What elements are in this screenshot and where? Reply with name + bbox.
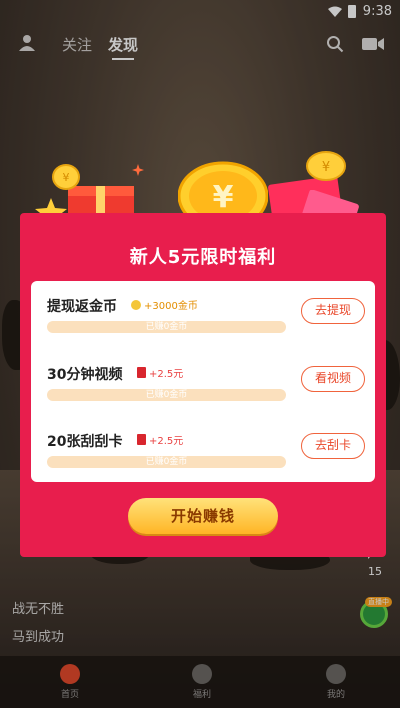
task-reward-label: +3000金币 [144,301,198,312]
task-progress-bar: 已赚0金币 [47,389,286,401]
task-reward: +2.5元 [137,365,183,380]
task-progress-bar: 已赚0金币 [47,321,286,333]
svg-text:¥: ¥ [213,180,234,215]
sparkle-icon [132,164,144,176]
red-envelope-icon [137,367,146,378]
red-envelope-icon [137,434,146,445]
task-reward: +3000金币 [131,297,198,312]
scratch-card-button[interactable]: 去刮卡 [301,433,365,459]
task-reward-label: +2.5元 [149,436,184,447]
svg-text:¥: ¥ [63,171,70,184]
modal-title: 新人5元限时福利 [129,247,277,268]
coin-icon: ¥ [52,164,80,190]
task-reward: +2.5元 [137,432,183,447]
svg-text:¥: ¥ [322,160,330,175]
coin-icon [131,299,141,310]
task-title: 提现返金币 [47,299,117,315]
task-card: 提现返金币 +3000金币 已赚0金币 去提现 30分钟视频 +2.5元 已赚0… [31,281,375,482]
watch-video-button[interactable]: 看视频 [301,366,365,392]
task-title: 20张刮刮卡 [47,434,123,450]
task-reward-label: +2.5元 [149,369,184,380]
task-progress-bar: 已赚0金币 [47,456,286,468]
welfare-modal: 新人5元限时福利 提现返金币 +3000金币 已赚0金币 去提现 30分钟视频 … [20,213,386,557]
start-earning-button[interactable]: 开始赚钱 [128,498,278,534]
task-progress-label: 已赚0金币 [145,457,188,467]
coin-icon: ¥ [306,151,346,181]
task-progress-label: 已赚0金币 [145,390,188,400]
task-item: 20张刮刮卡 +2.5元 已赚0金币 去刮卡 [47,431,365,491]
task-progress-label: 已赚0金币 [145,322,188,332]
task-item: 提现返金币 +3000金币 已赚0金币 去提现 [47,296,365,356]
task-item: 30分钟视频 +2.5元 已赚0金币 看视频 [47,364,365,424]
task-title: 30分钟视频 [47,367,123,383]
withdraw-button[interactable]: 去提现 [301,298,365,324]
